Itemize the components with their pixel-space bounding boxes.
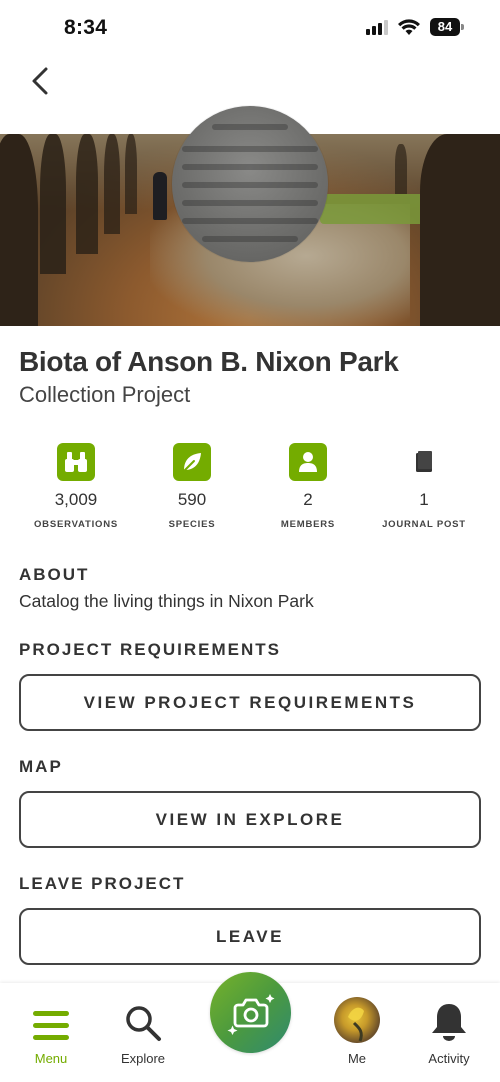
menu-icon [31,995,71,1043]
nav-me-label: Me [347,1051,367,1066]
project-type: Collection Project [19,382,191,407]
chevron-left-icon [32,67,48,95]
stat-count: 590 [177,490,207,509]
status-time: 8:34 [64,16,108,39]
stat-label: SPECIES [168,519,216,530]
nav-explore[interactable]: Explore [103,983,183,1066]
wifi-icon [398,19,420,35]
nav-activity-label: Activity [428,1051,470,1066]
about-text: Catalog the living things in Nixon Park [19,591,314,611]
add-observation-button[interactable] [210,972,291,1053]
view-in-explore-button[interactable]: VIEW IN EXPLORE [19,791,481,848]
status-icons: 84 [366,18,464,36]
stat-label: OBSERVATIONS [33,519,119,530]
avatar [334,997,380,1043]
map-heading: MAP [19,757,63,776]
leave-project-heading: LEAVE PROJECT [19,874,186,893]
book-icon [405,443,443,481]
nav-explore-label: Explore [120,1051,166,1066]
binoculars-icon [57,443,95,481]
stat-label: JOURNAL POST [382,519,466,530]
stat-count: 2 [303,490,313,509]
bell-icon [429,995,469,1043]
battery-icon: 84 [430,18,464,36]
project-stats: 3,009 OBSERVATIONS 590 SPECIES 2 MEMBERS [18,443,482,530]
nav-activity[interactable]: Activity [409,983,489,1066]
about-heading: ABOUT [19,565,90,584]
nav-me[interactable]: Me [317,983,397,1066]
project-icon [172,106,328,262]
leaf-icon [173,443,211,481]
stat-observations[interactable]: 3,009 OBSERVATIONS [18,443,134,530]
back-button[interactable] [26,64,56,98]
nav-me-icon-wrap [334,995,380,1043]
requirements-heading: PROJECT REQUIREMENTS [19,640,281,659]
leave-project-button[interactable]: LEAVE [19,908,481,965]
status-bar: 8:34 84 [0,0,500,60]
cellular-signal-icon [366,19,388,35]
nav-menu-label: Menu [34,1051,68,1066]
stat-count: 1 [419,490,429,509]
stat-species[interactable]: 590 SPECIES [134,443,250,530]
stat-journal-posts[interactable]: 1 JOURNAL POST [366,443,482,530]
stat-members[interactable]: 2 MEMBERS [250,443,366,530]
view-project-requirements-button[interactable]: VIEW PROJECT REQUIREMENTS [19,674,481,731]
stat-count: 3,009 [54,490,98,509]
nav-menu[interactable]: Menu [11,983,91,1066]
search-icon [123,995,163,1043]
camera-sparkle-icon [227,993,274,1035]
person-icon [289,443,327,481]
project-title: Biota of Anson B. Nixon Park [19,346,399,377]
stat-label: MEMBERS [280,519,336,530]
